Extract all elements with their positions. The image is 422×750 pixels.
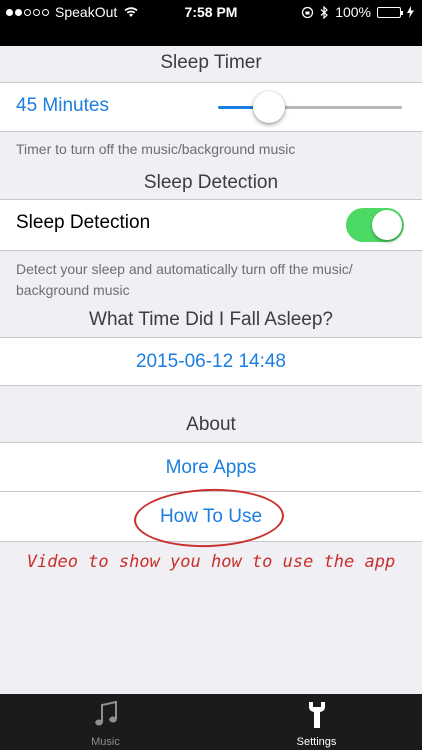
charging-bolt-icon	[407, 6, 414, 18]
tab-music-label: Music	[91, 736, 120, 748]
sleep-timer-slider[interactable]	[218, 87, 402, 127]
battery-percent: 100%	[335, 4, 371, 20]
bluetooth-icon	[320, 5, 329, 19]
rotation-lock-icon	[302, 6, 314, 18]
fall-asleep-header: What Time Did I Fall Asleep?	[89, 309, 333, 330]
status-bar: SpeakOut 7:58 PM 100%	[0, 0, 422, 46]
tab-bar: Music Settings	[0, 694, 422, 750]
sleep-timer-value: 45 Minutes	[16, 95, 109, 116]
fall-asleep-datetime[interactable]: 2015-06-12 14:48	[0, 351, 422, 373]
battery-icon	[377, 6, 403, 18]
sleep-detection-footnote: Detect your sleep and automatically turn…	[16, 261, 353, 298]
status-right: 100%	[301, 4, 414, 20]
about-header: About	[186, 414, 236, 435]
tab-music[interactable]: Music	[0, 694, 211, 750]
more-apps-row[interactable]: More Apps	[0, 443, 422, 492]
sleep-timer-cell: 45 Minutes	[0, 82, 422, 132]
annotation-caption: Video to show you how to use the app	[26, 552, 396, 572]
fall-asleep-cell[interactable]: 2015-06-12 14:48	[0, 337, 422, 386]
sleep-detection-header: Sleep Detection	[143, 172, 279, 193]
tab-settings[interactable]: Settings	[211, 694, 422, 750]
music-note-icon	[94, 700, 117, 726]
toggle-knob	[372, 210, 402, 240]
sleep-detection-toggle[interactable]	[346, 208, 404, 242]
sleep-timer-footnote: Timer to turn off the music/background m…	[16, 141, 296, 157]
more-apps-link[interactable]: More Apps	[0, 457, 422, 479]
sleep-detection-label: Sleep Detection	[16, 212, 151, 233]
slider-thumb[interactable]	[252, 91, 285, 123]
sleep-detection-cell: Sleep Detection	[0, 199, 422, 251]
slider-track-max	[268, 106, 402, 109]
sleep-timer-header: Sleep Timer	[160, 52, 262, 73]
wrench-icon	[308, 702, 325, 728]
tab-settings-label: Settings	[296, 736, 337, 748]
